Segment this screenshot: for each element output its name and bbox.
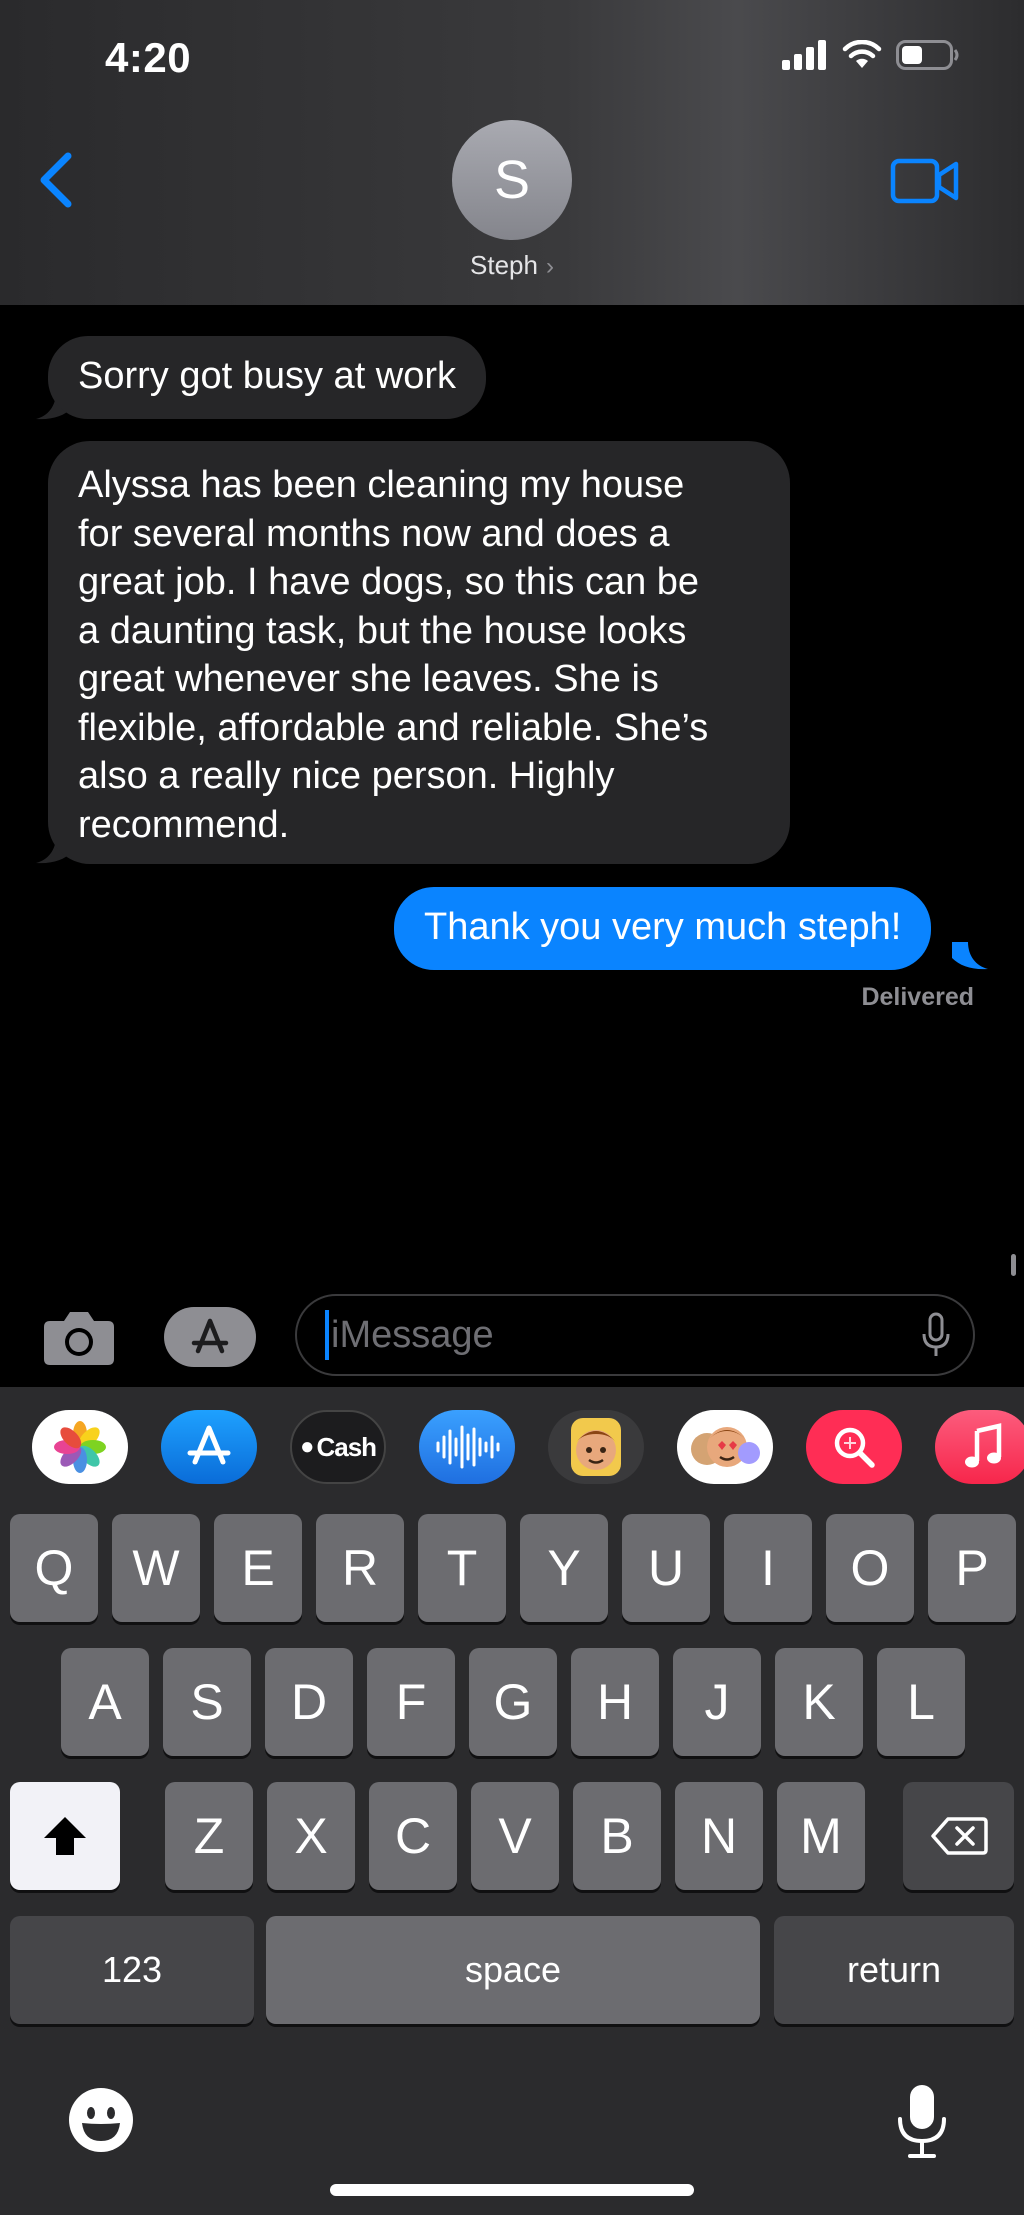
message-line: also a really nice person. Highly (78, 755, 615, 797)
audio-waveform-icon (436, 1425, 500, 1469)
key-w[interactable]: W (112, 1514, 200, 1622)
backspace-icon (930, 1817, 988, 1855)
keyboard-row-2: A S D F G H J K L (0, 1648, 1024, 1756)
camera-icon[interactable] (42, 1307, 116, 1367)
status-time: 4:20 (105, 34, 192, 81)
image-search-icon (834, 1427, 875, 1468)
space-key[interactable]: space (266, 1916, 760, 2024)
message-line: great whenever she leaves. She is (78, 658, 659, 700)
app-store-button[interactable] (164, 1307, 256, 1367)
key-e[interactable]: E (214, 1514, 302, 1622)
conversation-header: 4:20 S Steph › (0, 0, 1024, 305)
shift-arrow-icon (44, 1817, 86, 1855)
memoji-icon (571, 1418, 621, 1476)
apple-cash-button[interactable]: ● Cash (290, 1410, 386, 1484)
key-f[interactable]: F (367, 1648, 455, 1756)
delete-key[interactable] (903, 1782, 1014, 1890)
key-p[interactable]: P (928, 1514, 1016, 1622)
contact-initial: S (493, 150, 531, 210)
message-text: Sorry got busy at work (78, 355, 457, 397)
dictation-microphone-icon[interactable] (896, 2083, 948, 2159)
memoji-stickers-icon (691, 1427, 760, 1467)
message-placeholder: iMessage (331, 1313, 494, 1356)
chevron-right-icon: › (545, 253, 554, 280)
bubble-tail (952, 942, 988, 970)
contact-name: Steph (470, 250, 538, 280)
music-app-button[interactable] (935, 1410, 1024, 1484)
wifi-icon (842, 40, 882, 68)
outgoing-message[interactable]: Thank you very much steph! (394, 887, 932, 970)
photos-app-button[interactable] (32, 1410, 128, 1484)
audio-message-button[interactable] (419, 1410, 515, 1484)
key-x[interactable]: X (267, 1782, 355, 1890)
message-line: Alyssa has been cleaning my house (78, 464, 685, 506)
key-c[interactable]: C (369, 1782, 457, 1890)
key-v[interactable]: V (471, 1782, 559, 1890)
key-u[interactable]: U (622, 1514, 710, 1622)
message-input[interactable]: iMessage (295, 1294, 975, 1376)
contact-avatar[interactable]: S (452, 120, 572, 240)
memoji-button[interactable] (548, 1410, 644, 1484)
app-store-icon (191, 1318, 229, 1354)
message-text: Thank you very much steph! (424, 906, 902, 948)
message-line: great job. I have dogs, so this can be (78, 561, 700, 603)
message-line: recommend. (78, 803, 290, 846)
key-k[interactable]: K (775, 1648, 863, 1756)
music-note-icon (965, 1423, 1002, 1468)
cellular-signal-icon (782, 40, 826, 70)
key-d[interactable]: D (265, 1648, 353, 1756)
app-store-app-button[interactable] (161, 1410, 257, 1484)
text-caret (325, 1310, 329, 1360)
delivery-status: Delivered (861, 983, 974, 1011)
incoming-message[interactable]: Sorry got busy at work (48, 336, 487, 419)
home-indicator[interactable] (330, 2184, 694, 2196)
back-chevron-icon[interactable] (34, 150, 78, 210)
status-icons (782, 40, 960, 70)
key-t[interactable]: T (418, 1514, 506, 1622)
video-camera-icon[interactable] (890, 158, 960, 204)
numbers-key[interactable]: 123 (10, 1916, 254, 2024)
return-key[interactable]: return (774, 1916, 1014, 2024)
key-h[interactable]: H (571, 1648, 659, 1756)
apple-cash-label: Cash (316, 1431, 377, 1462)
image-search-button[interactable] (806, 1410, 902, 1484)
keyboard-row-3: Z X C V B N M (0, 1782, 1024, 1890)
imessage-app-strip: ● Cash (0, 1410, 1024, 1494)
key-g[interactable]: G (469, 1648, 557, 1756)
key-r[interactable]: R (316, 1514, 404, 1622)
key-i[interactable]: I (724, 1514, 812, 1622)
key-m[interactable]: M (777, 1782, 865, 1890)
key-l[interactable]: L (877, 1648, 965, 1756)
scroll-indicator[interactable] (1011, 1254, 1016, 1276)
keyboard-row-4: 123 space return (0, 1916, 1024, 2024)
key-o[interactable]: O (826, 1514, 914, 1622)
key-j[interactable]: J (673, 1648, 761, 1756)
message-line: for several months now and does a (78, 512, 670, 555)
message-line: a daunting task, but the house looks (78, 609, 687, 652)
emoji-icon[interactable] (66, 2085, 136, 2155)
apple-logo-icon: ● (299, 1433, 315, 1460)
key-b[interactable]: B (573, 1782, 661, 1890)
key-z[interactable]: Z (165, 1782, 253, 1890)
app-store-icon (187, 1425, 231, 1465)
key-a[interactable]: A (61, 1648, 149, 1756)
battery-icon (896, 40, 959, 70)
photos-app-icon (54, 1421, 106, 1473)
incoming-message[interactable]: Alyssa has been cleaning my house for se… (48, 441, 790, 864)
microphone-icon[interactable] (921, 1312, 951, 1358)
key-q[interactable]: Q (10, 1514, 98, 1622)
key-s[interactable]: S (163, 1648, 251, 1756)
key-n[interactable]: N (675, 1782, 763, 1890)
keyboard-row-1: Q W E R T Y U I O P (0, 1514, 1024, 1622)
shift-key[interactable] (10, 1782, 120, 1890)
message-line: flexible, affordable and reliable. She’s (78, 706, 709, 749)
contact-name-button[interactable]: Steph › (0, 250, 1024, 281)
memoji-stickers-button[interactable] (677, 1410, 773, 1484)
key-y[interactable]: Y (520, 1514, 608, 1622)
